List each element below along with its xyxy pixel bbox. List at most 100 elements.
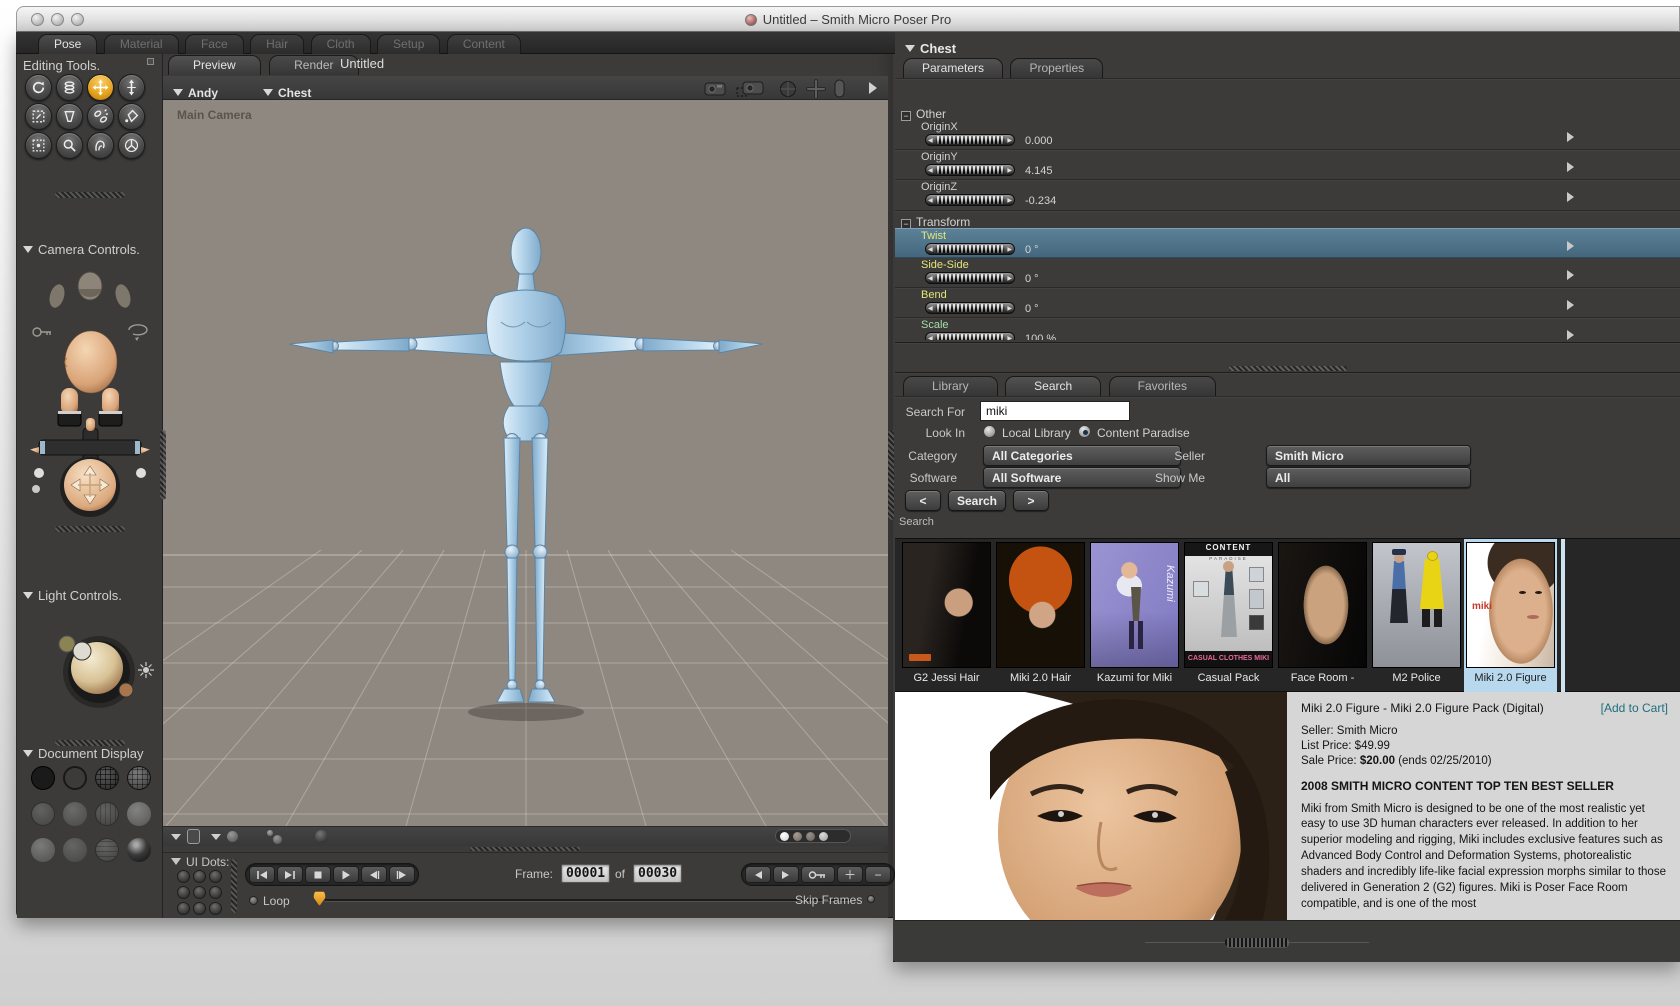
result-kazumi-for-miki[interactable]: Kazumi Kazumi for Miki: [1088, 539, 1181, 693]
ui-dot-7[interactable]: [177, 902, 190, 915]
morphing-tool-button[interactable]: [87, 132, 114, 159]
result-m2-police[interactable]: M2 Police: [1370, 539, 1463, 693]
display-style-wireframe[interactable]: [95, 766, 119, 790]
result-g2-jessi-hair[interactable]: G2 Jessi Hair: [900, 539, 993, 693]
move-cross-icon[interactable]: [806, 79, 826, 98]
main-viewport[interactable]: Main Camera: [163, 100, 888, 826]
param-menu-arrow[interactable]: [1567, 241, 1574, 251]
display-style-flat[interactable]: [63, 802, 87, 826]
result-face-room[interactable]: Face Room -: [1276, 539, 1369, 693]
view-magnifier-tool-button[interactable]: [56, 132, 83, 159]
tracking-dot[interactable]: [806, 831, 815, 841]
camera-controls-cluster[interactable]: [25, 260, 155, 518]
param-menu-arrow[interactable]: [1567, 330, 1574, 340]
tab-setup[interactable]: Setup: [377, 34, 441, 54]
key-button[interactable]: [801, 866, 835, 883]
search-input[interactable]: [980, 401, 1130, 421]
add-key-button[interactable]: ＋: [837, 866, 863, 883]
delete-key-button[interactable]: −: [865, 866, 891, 883]
scale-tool-button[interactable]: [25, 103, 52, 130]
tab-pose[interactable]: Pose: [38, 34, 98, 54]
twist-value[interactable]: 0 °: [1025, 244, 1039, 256]
next-key-button[interactable]: [773, 866, 799, 883]
light2-dot-icon[interactable]: [72, 641, 92, 661]
prev-page-button[interactable]: <: [905, 490, 941, 511]
ui-dot-5[interactable]: [193, 886, 206, 899]
frame-total-field[interactable]: 00030: [633, 864, 683, 883]
key-icon[interactable]: [32, 327, 51, 337]
search-button[interactable]: Search: [948, 490, 1006, 511]
originx-value[interactable]: 0.000: [1025, 135, 1053, 147]
light3-dot-icon[interactable]: [118, 682, 134, 698]
tracking-dot[interactable]: [793, 831, 802, 841]
flyaround-camera-icon[interactable]: [47, 271, 133, 309]
last-frame-button[interactable]: [277, 866, 303, 883]
display-style-texture-shaded[interactable]: [127, 838, 151, 862]
panel-expand-arrow[interactable]: [869, 82, 877, 94]
prev-key-button[interactable]: [745, 866, 771, 883]
depth-cue-ball-icon[interactable]: [315, 830, 328, 843]
tab-search[interactable]: Search: [1005, 376, 1102, 396]
display-style-cartoon[interactable]: [127, 802, 151, 826]
play-button[interactable]: [333, 866, 359, 883]
side-side-value[interactable]: 0 °: [1025, 273, 1039, 285]
sidebar-section-grip[interactable]: [55, 526, 125, 532]
sidebar-divider-grip[interactable]: [160, 430, 166, 500]
ui-dot-3[interactable]: [209, 870, 222, 883]
chain-break-tool-button[interactable]: [87, 103, 114, 130]
twist-dial[interactable]: [925, 243, 1015, 255]
ui-dot-2[interactable]: [193, 870, 206, 883]
head-camera-icon[interactable]: [64, 330, 118, 394]
seller-dropdown[interactable]: Smith Micro: [1266, 445, 1471, 466]
tab-parameters[interactable]: Parameters: [903, 58, 1004, 78]
scale-dial[interactable]: [925, 332, 1015, 340]
param-menu-arrow[interactable]: [1567, 162, 1574, 172]
param-menu-arrow[interactable]: [1567, 300, 1574, 310]
camera-dot-lower-icon[interactable]: [32, 485, 40, 493]
sun-brightness-icon[interactable]: [138, 662, 154, 678]
ui-dots-grip[interactable]: [231, 859, 237, 913]
timeline-track[interactable]: [325, 899, 853, 901]
trackball-mini-icon[interactable]: [780, 81, 796, 97]
tracking-full-dot[interactable]: [780, 831, 789, 841]
display-style-hidden-line[interactable]: [127, 766, 151, 790]
hand-capsule-icon[interactable]: [834, 79, 845, 98]
ui-dots-header[interactable]: UI Dots:: [171, 855, 229, 869]
camera-select-icon[interactable]: [736, 81, 764, 97]
scale-value[interactable]: 100 %: [1025, 333, 1056, 340]
param-menu-arrow[interactable]: [1567, 192, 1574, 202]
step-forward-button[interactable]: [389, 866, 415, 883]
loop-toggle[interactable]: [249, 896, 258, 905]
style-menu-triangle[interactable]: [211, 834, 221, 840]
stop-button[interactable]: [305, 866, 331, 883]
display-style-texture-wire[interactable]: [95, 838, 119, 862]
light1-dot-icon[interactable]: [58, 635, 76, 653]
originz-value[interactable]: -0.234: [1025, 195, 1056, 207]
display-style-outline[interactable]: [63, 766, 87, 790]
tracking-dot[interactable]: [819, 831, 828, 841]
ui-dot-9[interactable]: [209, 902, 222, 915]
first-frame-button[interactable]: [249, 866, 275, 883]
palette-menu-icon[interactable]: [147, 58, 154, 65]
tab-hair[interactable]: Hair: [250, 34, 305, 54]
camera-dot-right-icon[interactable]: [136, 468, 146, 478]
ui-dot-4[interactable]: [177, 886, 190, 899]
frame-current-field[interactable]: 00001: [561, 864, 611, 883]
rotate-tool-button[interactable]: [25, 74, 52, 101]
multi-ball-icon[interactable]: [273, 835, 282, 844]
anim-divider-grip[interactable]: [470, 847, 580, 851]
color-tool-button[interactable]: [118, 103, 145, 130]
ui-dot-1[interactable]: [177, 870, 190, 883]
tab-favorites[interactable]: Favorites: [1108, 376, 1216, 396]
display-style-flat-lined[interactable]: [95, 802, 119, 826]
add-to-cart-link[interactable]: [Add to Cart]: [1601, 701, 1668, 715]
bend-value[interactable]: 0 °: [1025, 303, 1039, 315]
camera-controls-header[interactable]: Camera Controls.: [23, 242, 140, 257]
skip-frames-toggle[interactable]: [867, 895, 875, 903]
side-side-dial[interactable]: [925, 272, 1015, 284]
step-back-button[interactable]: [361, 866, 387, 883]
result-miki-20-hair[interactable]: Miki 2.0 Hair: [994, 539, 1087, 693]
originy-dial[interactable]: [925, 164, 1015, 176]
panel-divider-grip[interactable]: [888, 430, 894, 520]
tracking-ball-icon[interactable]: [227, 831, 238, 842]
